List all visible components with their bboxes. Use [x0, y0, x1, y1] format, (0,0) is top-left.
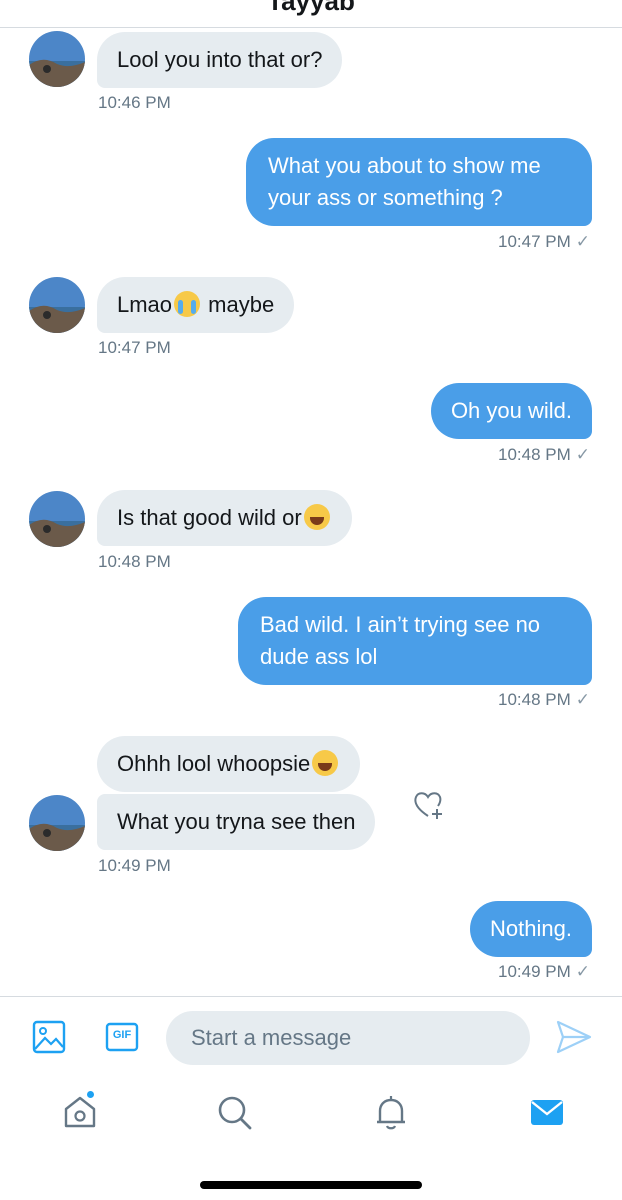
tears-of-joy-emoji-icon — [303, 504, 330, 531]
message-timestamp: 10:48 PM — [98, 552, 171, 571]
messages-envelope-icon[interactable] — [527, 1092, 567, 1132]
read-check-icon: ✓ — [575, 232, 590, 251]
send-icon[interactable] — [555, 1019, 593, 1055]
message-timestamp-text: 10:48 PM — [497, 690, 571, 709]
message-timestamp: 10:48 PM ✓ — [498, 445, 590, 465]
message-text: Is that good wild or — [117, 505, 302, 530]
message-composer: GIF Start a message — [0, 996, 622, 1078]
message-timestamp: 10:47 PM — [98, 338, 171, 357]
message-text: Lmao — [117, 292, 173, 317]
notifications-bell-icon[interactable] — [371, 1092, 411, 1132]
message-text: Nothing. — [490, 916, 572, 941]
message-text: Bad wild. I ain’t trying see no dude ass… — [260, 612, 541, 669]
message-timestamp: 10:48 PM ✓ — [498, 690, 590, 710]
message-bubble-outgoing[interactable]: Nothing. — [470, 901, 592, 957]
avatar[interactable] — [29, 277, 85, 333]
home-indicator[interactable] — [200, 1181, 422, 1189]
message-list[interactable]: Lool you into that or? 10:46 PM What you… — [0, 28, 622, 996]
gif-icon[interactable]: GIF — [105, 1020, 139, 1054]
loudly-crying-face-emoji-icon — [174, 291, 201, 318]
message-timestamp-text: 10:49 PM — [497, 962, 571, 981]
message-text: What you tryna see then — [117, 809, 356, 834]
message-text: What you about to show me your ass or so… — [268, 153, 541, 210]
message-timestamp: 10:49 PM — [98, 856, 171, 875]
message-timestamp: 10:49 PM ✓ — [498, 962, 590, 982]
image-icon[interactable] — [32, 1020, 66, 1054]
message-bubble-outgoing[interactable]: Oh you wild. — [430, 383, 592, 439]
notification-dot-icon — [86, 1090, 95, 1099]
search-icon[interactable] — [214, 1092, 254, 1132]
message-text: Oh you wild. — [450, 398, 572, 423]
read-check-icon: ✓ — [575, 690, 590, 709]
message-text: maybe — [202, 292, 275, 317]
avatar[interactable] — [29, 31, 85, 87]
message-bubble-incoming[interactable]: Lmao maybe — [97, 277, 295, 333]
message-bubble-outgoing[interactable]: What you about to show me your ass or so… — [246, 138, 592, 226]
read-check-icon: ✓ — [575, 445, 590, 464]
gif-label: GIF — [112, 1029, 132, 1041]
message-input[interactable]: Start a message — [166, 1011, 530, 1065]
tears-of-joy-emoji-icon — [312, 750, 339, 777]
avatar[interactable] — [29, 795, 85, 851]
message-timestamp: 10:47 PM ✓ — [498, 232, 590, 252]
message-text: Ohhh lool whoopsie — [117, 751, 311, 776]
message-timestamp: 10:46 PM — [98, 93, 171, 112]
bottom-tab-bar — [0, 1078, 622, 1200]
conversation-title[interactable]: Tayyab — [0, 0, 622, 17]
read-check-icon: ✓ — [575, 962, 590, 981]
like-message-icon[interactable] — [412, 788, 446, 822]
message-timestamp-text: 10:47 PM — [497, 232, 571, 251]
message-timestamp-text: 10:48 PM — [497, 445, 571, 464]
conversation-header: Tayyab — [0, 0, 622, 28]
message-bubble-incoming[interactable]: Ohhh lool whoopsie — [97, 736, 361, 792]
message-text: Lool you into that or? — [117, 47, 323, 72]
message-bubble-incoming[interactable]: What you tryna see then — [97, 794, 376, 850]
avatar[interactable] — [29, 491, 85, 547]
home-icon[interactable] — [60, 1092, 100, 1132]
message-bubble-outgoing[interactable]: Bad wild. I ain’t trying see no dude ass… — [238, 597, 592, 685]
message-bubble-incoming[interactable]: Is that good wild or — [97, 490, 352, 546]
message-bubble-incoming[interactable]: Lool you into that or? — [97, 32, 343, 88]
